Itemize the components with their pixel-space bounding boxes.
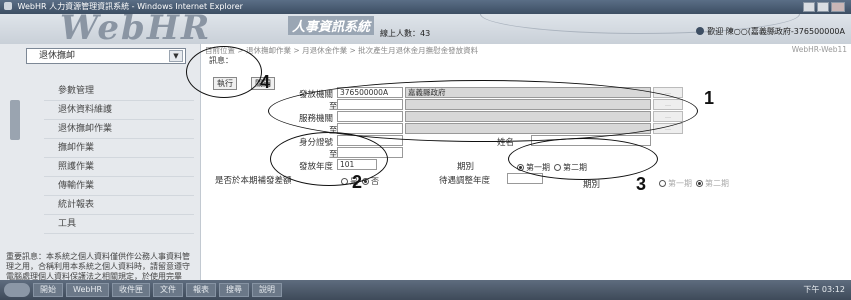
paying-agency-label: 發放機關 (299, 90, 334, 100)
window-title: WebHR 人力資源管理資訊系統 - Windows Internet Expl… (17, 2, 243, 11)
payment-year-label: 發放年度 (299, 162, 334, 172)
start-button[interactable] (4, 283, 30, 297)
radio-icon (341, 178, 348, 185)
system-tray-clock: 下午 03:12 (803, 285, 845, 294)
sidebar-menu: 參數管理 退休資料維護 退休撫卹作業 撫卹作業 照護作業 傳輸作業 統計報表 工… (44, 82, 194, 234)
taskbar-item[interactable]: 說明 (252, 283, 283, 297)
sidebar-item-retirement-data[interactable]: 退休資料維護 (44, 101, 194, 120)
app-logo-subtitle: 人事資訊系統 (288, 16, 375, 35)
taskbar-item[interactable]: WebHR (66, 283, 110, 297)
chevron-down-icon[interactable]: ▼ (169, 50, 183, 62)
subsidy-label: 是否於本期補發差額 (215, 176, 292, 186)
service-agency-to-lookup-button[interactable]: … (653, 123, 683, 134)
period-option-second[interactable]: 第二期 (554, 162, 587, 173)
system-version: WebHR-Web11 (791, 45, 847, 54)
id-number-to-field[interactable] (337, 147, 403, 158)
id-number-label: 身分證號 (299, 138, 334, 148)
window-title-bar[interactable]: WebHR 人力資源管理資訊系統 - Windows Internet Expl… (0, 0, 851, 14)
taskbar-item[interactable]: 報表 (186, 283, 217, 297)
period-option-second-label: 第二期 (563, 163, 587, 172)
sidebar-item-reports[interactable]: 統計報表 (44, 196, 194, 215)
message-label: 訊息： (209, 56, 233, 65)
paying-agency-code-field[interactable]: 376500000A (337, 87, 403, 98)
user-icon (696, 27, 705, 35)
annotation-number-2: 2 (352, 172, 363, 192)
adjust-period-option-second[interactable]: 第二期 (696, 178, 729, 189)
taskbar-item[interactable]: 開始 (33, 283, 63, 297)
ie-icon (4, 2, 12, 10)
radio-icon (659, 180, 666, 187)
app-header: WebHR 人事資訊系統 線上人數：43 歡迎 陳○○(嘉義縣政府-376500… (0, 14, 851, 44)
radio-selected-icon (696, 180, 703, 187)
annotation-number-3: 3 (636, 174, 647, 194)
period-radio-group: 第一期 第二期 (517, 162, 587, 173)
adjust-year-field[interactable] (507, 173, 543, 184)
adjust-period-radio-group: 第一期 第二期 (659, 178, 729, 189)
name-label: 姓名 (497, 138, 515, 148)
radio-selected-icon (362, 178, 369, 185)
execute-button[interactable]: 執行 (213, 77, 237, 90)
sidebar-item-parameters[interactable]: 參數管理 (44, 82, 194, 101)
taskbar-item[interactable]: 文件 (153, 283, 184, 297)
radio-selected-icon (517, 164, 524, 171)
taskbar-item[interactable]: 搜尋 (219, 283, 250, 297)
sidebar-collapse-tab[interactable] (10, 100, 20, 140)
subsidy-option-no-label: 否 (371, 177, 379, 186)
user-info: 歡迎 陳○○(嘉義縣政府-376500000A (696, 26, 845, 37)
service-agency-label: 服務機關 (299, 114, 334, 124)
service-agency-name-field (405, 111, 651, 122)
annotation-number-4: 4 (260, 72, 271, 92)
period-label: 期別 (457, 162, 475, 172)
adjust-year-label: 待遇調整年度 (439, 176, 491, 186)
period-option-first-label: 第一期 (526, 163, 550, 172)
adjust-period-option-first-label: 第一期 (668, 179, 692, 188)
taskbar: 開始 WebHR 收件匣 文件 報表 搜尋 說明 下午 03:12 (0, 280, 851, 300)
paying-agency-to-lookup-button[interactable]: … (653, 99, 683, 110)
online-users: 線上人數：43 (380, 29, 431, 38)
minimize-button[interactable] (803, 2, 815, 12)
window-controls (803, 2, 845, 12)
service-agency-code-field[interactable] (337, 111, 403, 122)
breadcrumb: 目前位置 > 退休撫卹作業 > 月退休金作業 > 批次產生月退休金月撫慰金發放資… (205, 46, 479, 55)
sidebar-item-pension-ops[interactable]: 撫卹作業 (44, 139, 194, 158)
taskbar-item[interactable]: 收件匣 (112, 283, 151, 297)
paying-agency-name-to-field (405, 99, 651, 110)
paying-agency-name-field: 嘉義縣政府 (405, 87, 651, 98)
service-agency-code-to-field[interactable] (337, 123, 403, 134)
name-field[interactable] (531, 135, 651, 146)
radio-icon (554, 164, 561, 171)
adjust-period-option-second-label: 第二期 (705, 179, 729, 188)
system-select[interactable]: 退休撫卹 ▼ (26, 48, 186, 64)
sidebar-item-retirement-ops[interactable]: 退休撫卹作業 (44, 120, 194, 139)
paying-agency-code-to-field[interactable] (337, 99, 403, 110)
adjust-period-label: 期別 (583, 180, 601, 190)
sidebar-item-transfer-ops[interactable]: 傳輸作業 (44, 177, 194, 196)
service-agency-lookup-button[interactable]: … (653, 111, 683, 122)
period-option-first[interactable]: 第一期 (517, 162, 550, 173)
close-window-button[interactable] (831, 2, 845, 12)
sidebar-item-care-ops[interactable]: 照護作業 (44, 158, 194, 177)
payment-year-field[interactable]: 101 (337, 159, 377, 170)
id-number-field[interactable] (337, 135, 403, 146)
paying-agency-lookup-button[interactable]: … (653, 87, 683, 98)
sidebar: 退休撫卹 ▼ 參數管理 退休資料維護 退休撫卹作業 撫卹作業 照護作業 傳輸作業… (0, 44, 200, 291)
annotation-number-1: 1 (704, 88, 715, 108)
sidebar-item-tools[interactable]: 工具 (44, 215, 194, 234)
subsidy-option-no[interactable]: 否 (362, 176, 379, 187)
app-logo: WebHR (60, 14, 212, 44)
maximize-button[interactable] (817, 2, 829, 12)
main-content: 目前位置 > 退休撫卹作業 > 月退休金作業 > 批次產生月退休金月撫慰金發放資… (200, 44, 851, 280)
service-agency-name-to-field (405, 123, 651, 134)
adjust-period-option-first[interactable]: 第一期 (659, 178, 692, 189)
user-info-text: 歡迎 陳○○(嘉義縣政府-376500000A (707, 27, 845, 36)
system-select-value: 退休撫卹 (39, 51, 76, 61)
